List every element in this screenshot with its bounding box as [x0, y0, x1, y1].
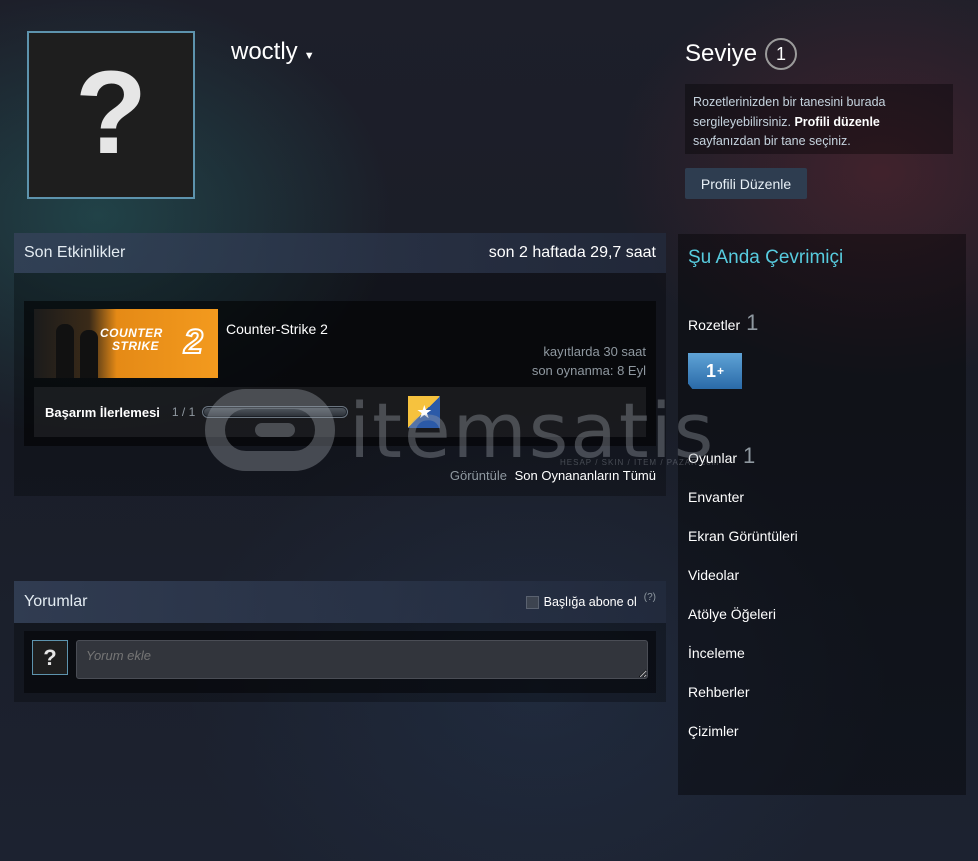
profile-name-dropdown[interactable]: woctly ▼ [231, 38, 315, 66]
subscribe-label: Başlığa abone ol [543, 595, 637, 609]
recent-game: COUNTER STRIKE 2 Counter-Strike 2 kayıtl… [24, 301, 656, 446]
comments-title: Yorumlar [24, 593, 88, 610]
badges-count: 1 [746, 310, 759, 335]
profile-avatar[interactable]: ? [27, 31, 195, 199]
last-played: son oynanma: 8 Eyl [531, 363, 646, 378]
capsule-figure [56, 324, 74, 378]
capsule-logo-line-2: STRIKE [112, 339, 160, 353]
comment-avatar: ? [32, 640, 68, 675]
achievement-progress-row[interactable]: Başarım İlerlemesi 1 / 1 ★ [34, 387, 646, 437]
view-all-recent: Görüntüle Son Oynananların Tümü [450, 468, 656, 483]
showcase-note-suffix: sayfanızdan bir tane seçiniz. [693, 134, 851, 148]
hours-on-record: kayıtlarda 30 saat [543, 344, 646, 359]
profile-level: Seviye 1 [685, 38, 798, 70]
level-badge[interactable]: 1 [765, 38, 798, 70]
sidebar-item-reviews[interactable]: İnceleme [688, 645, 798, 684]
badge-tile[interactable]: 1 + [688, 353, 742, 389]
achievement-count: 1 / 1 [171, 405, 196, 419]
game-capsule-image[interactable]: COUNTER STRIKE 2 [34, 309, 218, 378]
games-link[interactable]: Oyunlar 1 [688, 443, 755, 469]
badges-link[interactable]: Rozetler 1 [688, 310, 758, 336]
level-label: Seviye [685, 40, 758, 67]
view-all-prefix: Görüntüle [449, 468, 507, 483]
comments-header: Yorumlar Başlığa abone ol (?) [14, 581, 666, 623]
sidebar-item-workshop[interactable]: Atölye Öğeleri [688, 606, 798, 645]
games-count: 1 [743, 443, 756, 468]
help-icon[interactable]: (?) [644, 592, 656, 603]
comment-input[interactable] [76, 640, 648, 679]
subscribe-thread[interactable]: Başlığa abone ol (?) [525, 592, 656, 609]
recent-activity-header: Son Etkinlikler son 2 haftada 29,7 saat [14, 233, 666, 273]
avatar-placeholder: ? [74, 47, 148, 179]
badge-tile-plus: + [717, 364, 725, 378]
sidebar-links: Envanter Ekran Görüntüleri Videolar Atöl… [688, 489, 798, 762]
capsule-logo-number: 2 [183, 322, 204, 362]
games-label: Oyunlar [688, 450, 738, 466]
chevron-down-icon: ▼ [303, 50, 315, 62]
achievement-icon[interactable]: ★ [408, 396, 441, 428]
sidebar-item-inventory[interactable]: Envanter [688, 489, 798, 528]
capsule-logo: COUNTER STRIKE [100, 327, 163, 353]
capsule-figure [80, 330, 98, 378]
sidebar-item-artwork[interactable]: Çizimler [688, 723, 798, 762]
achievement-progress-bar [202, 406, 349, 418]
edit-profile-link[interactable]: Profili düzenle [794, 115, 879, 129]
achievement-progress-fill [204, 408, 347, 416]
game-name-link[interactable]: Counter-Strike 2 [226, 321, 328, 337]
subscribe-checkbox[interactable] [525, 595, 539, 609]
view-all-recent-link[interactable]: Son Oynananların Tümü [515, 468, 656, 483]
badge-tile-value: 1 [705, 360, 716, 381]
online-status: Şu Anda Çevrimiçi [688, 247, 844, 268]
profile-sidebar: Şu Anda Çevrimiçi Rozetler 1 1 + Oyunlar … [678, 234, 966, 795]
achievement-label: Başarım İlerlemesi [45, 404, 160, 420]
recent-activity-title[interactable]: Son Etkinlikler [24, 244, 125, 262]
game-stats: kayıtlarda 30 saat son oynanma: 8 Eyl [532, 342, 646, 380]
comments-panel: Yorumlar Başlığa abone ol (?) ? [14, 581, 666, 702]
showcase-note: Rozetlerinizden bir tanesini burada serg… [685, 84, 953, 154]
sidebar-item-guides[interactable]: Rehberler [688, 684, 798, 723]
sidebar-item-videos[interactable]: Videolar [688, 567, 798, 606]
recent-activity-panel: Son Etkinlikler son 2 haftada 29,7 saat … [14, 233, 666, 496]
sidebar-item-screenshots[interactable]: Ekran Görüntüleri [688, 528, 798, 567]
recent-activity-summary: son 2 haftada 29,7 saat [488, 244, 656, 261]
edit-profile-button[interactable]: Profili Düzenle [685, 168, 807, 199]
comment-composer: ? [24, 631, 656, 693]
username: woctly [231, 38, 298, 65]
badges-label: Rozetler [688, 317, 741, 333]
